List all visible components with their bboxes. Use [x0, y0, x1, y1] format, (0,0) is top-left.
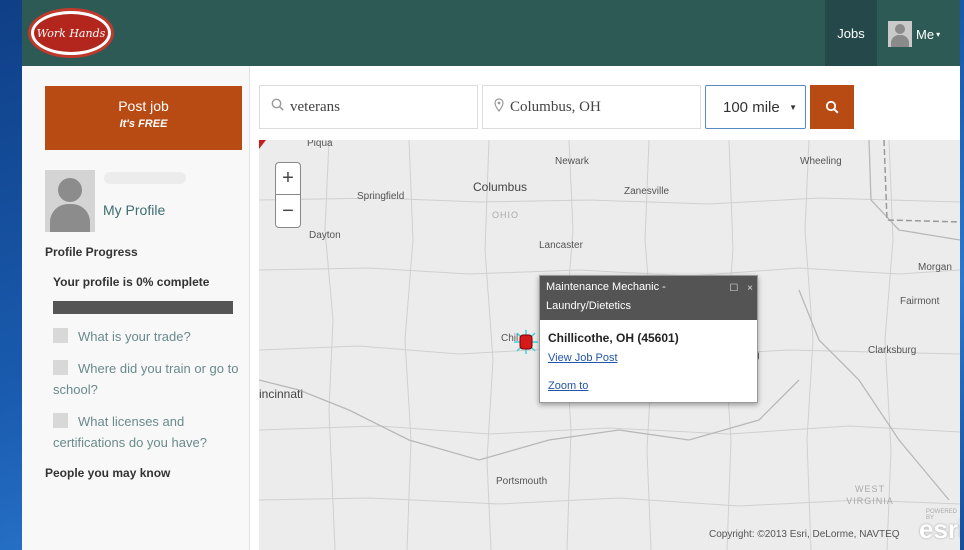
keyword-search-input[interactable]: veterans [259, 85, 478, 129]
place-label: Morgan [918, 262, 952, 273]
job-marker-icon[interactable] [514, 330, 538, 354]
sidebar: Post job It's FREE My Profile Profile Pr… [22, 66, 250, 550]
checkbox-icon [53, 360, 68, 375]
place-label: Springfield [357, 191, 405, 202]
chevron-down-icon: ▼ [789, 102, 797, 112]
post-job-label: Post job [118, 98, 169, 114]
checklist-label: What is your trade? [78, 329, 191, 344]
user-menu[interactable]: Me ▾ [888, 20, 940, 48]
app-frame: Work Hands Jobs Me ▾ Post job It's FREE … [22, 0, 960, 550]
esri-logo[interactable]: esri [919, 514, 960, 545]
profile-progress-bar [53, 301, 233, 314]
place-label: Zanesville [624, 186, 670, 197]
post-job-subtitle: It's FREE [119, 118, 168, 130]
post-job-button[interactable]: Post job It's FREE [45, 86, 242, 150]
view-job-post-link[interactable]: View Job Post [548, 352, 618, 364]
zoom-to-link[interactable]: Zoom to [548, 380, 588, 392]
search-icon [271, 98, 284, 116]
profile-name-blurred [104, 172, 186, 184]
place-label: Lancaster [539, 240, 583, 251]
checkbox-icon [53, 413, 68, 428]
state-label: WEST VIRGINIA [846, 484, 894, 506]
popup-job-title: Maintenance Mechanic - Laundry/Dietetics [546, 281, 666, 312]
place-label: Clarksburg [868, 345, 917, 356]
popup-location: Chillicothe, OH (45601) [548, 331, 679, 345]
search-icon [825, 100, 839, 114]
map-pin-icon [494, 97, 504, 117]
popup-header: Maintenance Mechanic - Laundry/Dietetics… [540, 276, 757, 320]
location-value: Columbus, OH [510, 98, 601, 115]
search-button[interactable] [810, 85, 854, 129]
place-label: Newark [555, 156, 589, 167]
place-label: Portsmouth [496, 476, 548, 487]
logo-text: Work Hands [34, 14, 108, 52]
keyword-value: veterans [290, 98, 340, 115]
zoom-in-button[interactable]: + [276, 163, 300, 195]
caret-down-icon: ▾ [936, 29, 941, 39]
checklist-label: What licenses and certifications do you … [53, 414, 207, 450]
job-popup: Maintenance Mechanic - Laundry/Dietetics… [539, 275, 758, 403]
user-menu-label: Me [916, 26, 935, 42]
distance-value: 100 mile [723, 98, 780, 116]
place-label: Columbus [473, 180, 528, 194]
progress-text: Your profile is 0% complete [53, 275, 210, 289]
checklist-item-licenses[interactable]: What licenses and certifications do you … [53, 411, 239, 453]
place-label: Piqua [307, 140, 333, 149]
job-map[interactable]: Piqua Newark Wheeling Springfield Columb… [259, 140, 960, 550]
place-label: Fairmont [900, 296, 940, 307]
checklist-item-school[interactable]: Where did you train or go to school? [53, 358, 239, 400]
nav-jobs-link[interactable]: Jobs [825, 0, 877, 66]
profile-progress-title: Profile Progress [45, 245, 138, 259]
zoom-out-button[interactable]: − [276, 195, 300, 227]
maximize-icon[interactable]: ☐ [729, 283, 738, 294]
popup-controls: ☐ × [729, 279, 753, 298]
checklist-label: Where did you train or go to school? [53, 361, 239, 397]
close-icon[interactable]: × [747, 283, 753, 294]
checkbox-icon [53, 328, 68, 343]
place-label: incinnati [259, 387, 304, 401]
people-you-may-know-title: People you may know [45, 466, 171, 480]
checklist-item-trade[interactable]: What is your trade? [53, 326, 239, 347]
workhands-logo[interactable]: Work Hands [28, 8, 114, 58]
zoom-control: + − [275, 162, 301, 228]
my-profile-link[interactable]: My Profile [103, 202, 165, 218]
location-input[interactable]: Columbus, OH [482, 85, 701, 129]
user-avatar-icon [888, 21, 912, 47]
state-label: OHIO [492, 210, 520, 220]
place-label: Dayton [309, 230, 341, 241]
profile-avatar-icon [45, 170, 95, 232]
distance-select[interactable]: 100 mile ▼ [705, 85, 806, 129]
top-navbar: Work Hands Jobs Me ▾ [22, 0, 960, 66]
place-label: Wheeling [800, 156, 842, 167]
map-copyright: Copyright: ©2013 Esri, DeLorme, NAVTEQ [709, 529, 900, 540]
